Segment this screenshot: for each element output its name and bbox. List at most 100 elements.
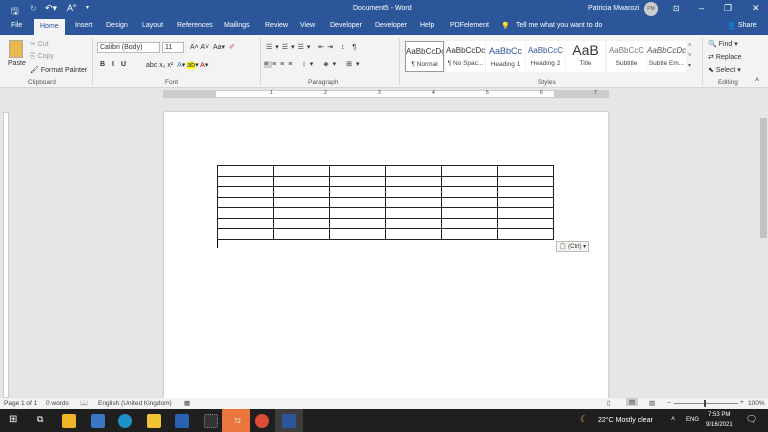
table-cell[interactable] xyxy=(497,186,554,198)
undo-icon[interactable]: ↶▾ xyxy=(45,3,57,14)
table-cell[interactable] xyxy=(497,196,554,208)
tab-file[interactable]: File xyxy=(11,22,22,29)
zoom-slider-thumb[interactable] xyxy=(704,400,706,407)
table-cell[interactable] xyxy=(385,228,442,240)
replace-button[interactable]: ⇄ Replace xyxy=(708,53,742,61)
table-cell[interactable] xyxy=(385,217,442,229)
close-icon[interactable]: ✕ xyxy=(752,3,760,14)
table-cell[interactable] xyxy=(273,217,330,229)
table-cell[interactable] xyxy=(497,217,554,229)
ribbon-display-icon[interactable]: ⊡ xyxy=(673,4,680,13)
input-language[interactable]: ENG xyxy=(686,417,699,423)
customize-qat-icon[interactable]: ▾ xyxy=(86,4,89,11)
table-cell[interactable] xyxy=(441,207,498,219)
word-taskbar-button[interactable] xyxy=(275,409,303,432)
mail-icon[interactable] xyxy=(91,414,105,428)
vertical-scrollbar[interactable] xyxy=(759,98,768,398)
find-button[interactable]: 🔍 Find ▾ xyxy=(708,40,738,48)
table-cell[interactable] xyxy=(217,175,274,187)
table-cell[interactable] xyxy=(217,186,274,198)
style-subtitle[interactable]: AaBbCcC Subtitle xyxy=(607,41,646,72)
table-cell[interactable] xyxy=(441,175,498,187)
zoom-level[interactable]: 100% xyxy=(748,400,765,407)
clock-date[interactable]: 9/16/2021 xyxy=(706,422,733,428)
table-cell[interactable] xyxy=(441,165,498,177)
tab-insert[interactable]: Insert xyxy=(75,22,93,29)
minimize-icon[interactable]: – xyxy=(699,3,704,13)
weather-text[interactable]: 22°C Mostly clear xyxy=(598,417,653,424)
tab-mailings[interactable]: Mailings xyxy=(224,22,250,29)
restore-icon[interactable]: ❐ xyxy=(724,3,732,14)
app-icon[interactable] xyxy=(175,414,189,428)
table-cell[interactable] xyxy=(385,186,442,198)
styles-scroll-buttons[interactable]: ˄ ˅ ▾ xyxy=(688,41,692,71)
web-layout-icon[interactable]: ▧ xyxy=(649,399,655,407)
table-cell[interactable] xyxy=(217,228,274,240)
cut-button[interactable]: ✂ Cut xyxy=(30,40,49,48)
table-cell[interactable] xyxy=(273,196,330,208)
table-cell[interactable] xyxy=(497,175,554,187)
paste-button[interactable]: Paste xyxy=(8,60,26,67)
zoom-slider[interactable] xyxy=(674,403,738,404)
font-buttons-row1[interactable]: A˄ A˅ Aa▾ ✐ xyxy=(190,43,235,51)
table-cell[interactable] xyxy=(441,217,498,229)
macro-icon[interactable]: ▦ xyxy=(184,399,190,407)
word-count[interactable]: 0 words xyxy=(46,400,69,407)
font-size-icon[interactable]: Aa xyxy=(67,3,76,13)
tell-me-search[interactable]: Tell me what you want to do xyxy=(516,22,602,29)
table-cell[interactable] xyxy=(217,207,274,219)
tab-pdfelement[interactable]: PDFelement xyxy=(450,22,489,29)
tab-home[interactable]: Home xyxy=(34,19,65,35)
table-cell[interactable] xyxy=(329,186,386,198)
windows-start-icon[interactable]: ⊞ xyxy=(9,414,17,425)
table-cell[interactable] xyxy=(329,165,386,177)
notifications-icon[interactable]: 🗨 xyxy=(746,414,757,425)
font-size-select[interactable]: 11 xyxy=(162,42,184,53)
chrome-icon[interactable] xyxy=(255,414,269,428)
table-cell[interactable] xyxy=(441,196,498,208)
table-cell[interactable] xyxy=(497,207,554,219)
select-button[interactable]: ⬉ Select ▾ xyxy=(708,66,741,74)
read-mode-icon[interactable]: ▯ xyxy=(607,399,611,407)
zoom-in-button[interactable]: + xyxy=(740,399,744,406)
proofing-icon[interactable]: 📖 xyxy=(80,399,88,407)
table-cell[interactable] xyxy=(385,207,442,219)
table-cell[interactable] xyxy=(385,196,442,208)
paste-icon[interactable] xyxy=(9,40,23,58)
task-view-icon[interactable]: ⧉ xyxy=(37,414,43,425)
align-buttons[interactable]: ≡≡≡≡ ↕▾ ◈▾ ⊞▾ xyxy=(264,60,363,68)
style-subtle-emphasis[interactable]: AaBbCcDc Subtle Em... xyxy=(647,41,686,72)
format-painter-button[interactable]: 🖌 Format Painter xyxy=(30,66,87,74)
user-name[interactable]: Patricia Mwarozi xyxy=(588,5,639,12)
copy-button[interactable]: ⎘ Copy xyxy=(30,53,54,61)
share-button[interactable]: Share xyxy=(738,22,757,29)
autosave-icon[interactable]: ↻ xyxy=(30,4,37,13)
table-cell[interactable] xyxy=(217,165,274,177)
table-cell[interactable] xyxy=(385,165,442,177)
tab-layout[interactable]: Layout xyxy=(142,22,163,29)
table-cell[interactable] xyxy=(329,196,386,208)
style-normal[interactable]: AaBbCcDc ¶ Normal xyxy=(405,41,444,72)
tab-review[interactable]: Review xyxy=(265,22,288,29)
vertical-ruler[interactable] xyxy=(3,112,9,398)
table-cell[interactable] xyxy=(273,207,330,219)
style-heading-2[interactable]: AaBbCcC Heading 2 xyxy=(526,41,565,72)
table-cell[interactable] xyxy=(441,186,498,198)
table-cell[interactable] xyxy=(329,217,386,229)
app-icon-2[interactable] xyxy=(204,414,218,428)
file-explorer-icon[interactable] xyxy=(147,414,161,428)
print-layout-icon[interactable]: ▤ xyxy=(626,398,639,406)
table-cell[interactable] xyxy=(441,228,498,240)
style-title[interactable]: AaB Title xyxy=(566,41,605,72)
table-cell[interactable] xyxy=(217,196,274,208)
font-buttons-row2[interactable]: abc x₂ x² A▾ ab▾ A▾ xyxy=(146,61,208,69)
table-cell[interactable] xyxy=(497,165,554,177)
table-cell[interactable] xyxy=(329,207,386,219)
style-heading-1[interactable]: AaBbCc Heading 1 xyxy=(486,41,525,72)
app-icon-3[interactable]: 72 xyxy=(222,409,250,432)
edge-icon[interactable] xyxy=(118,414,132,428)
document-page[interactable]: 📋 (Ctrl) ▾ xyxy=(164,112,608,399)
tab-design[interactable]: Design xyxy=(106,22,128,29)
table-cell[interactable] xyxy=(217,217,274,229)
show-hidden-icons[interactable]: ˄ xyxy=(671,416,675,423)
